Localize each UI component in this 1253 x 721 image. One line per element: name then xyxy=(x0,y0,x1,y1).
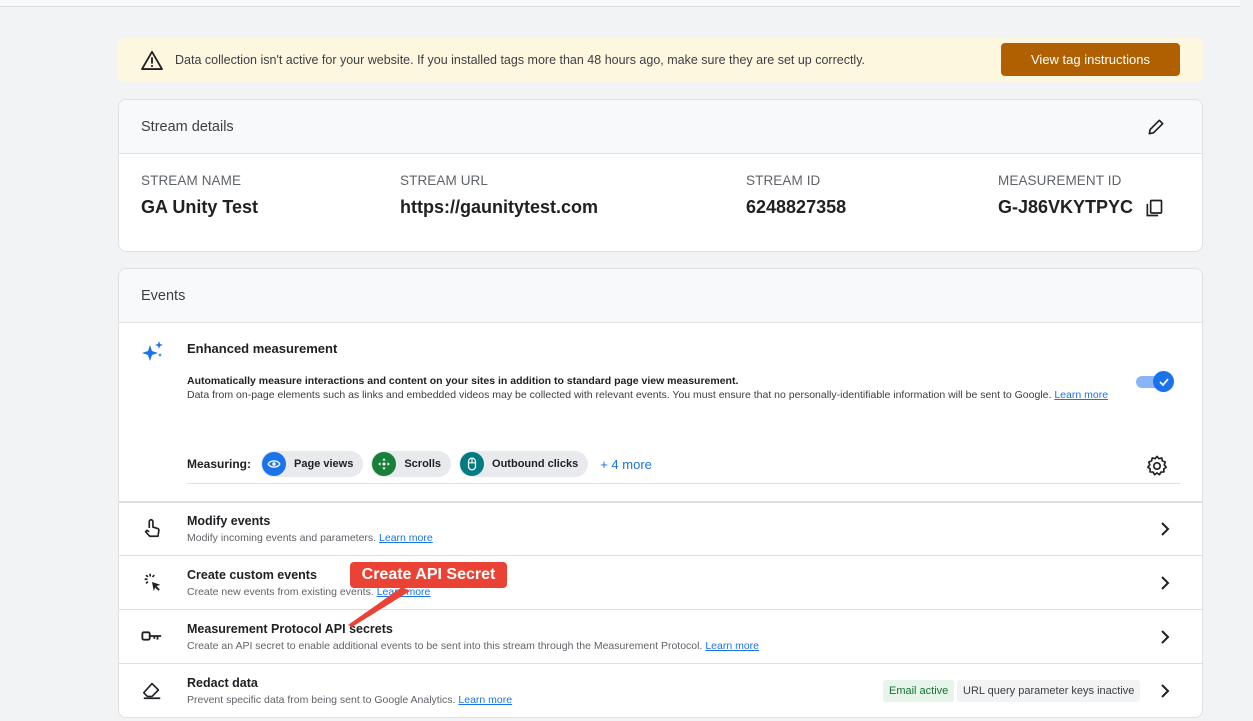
enhanced-description-line2: Data from on-page elements such as links… xyxy=(187,388,1137,402)
mouse-icon xyxy=(460,452,485,476)
email-active-badge: Email active xyxy=(883,680,955,702)
events-title: Events xyxy=(141,287,186,304)
stream-details-header: Stream details xyxy=(119,100,1202,154)
redact-data-desc-text: Prevent specific data from being sent to… xyxy=(187,694,456,706)
chip-scrolls-label: Scrolls xyxy=(404,458,442,470)
redact-data-desc: Prevent specific data from being sent to… xyxy=(187,694,512,706)
stream-url-label: STREAM URL xyxy=(400,173,489,188)
key-icon xyxy=(141,631,162,641)
enhanced-measurement-toggle[interactable] xyxy=(1136,371,1174,392)
redact-data-row[interactable]: Redact data Prevent specific data from b… xyxy=(119,663,1202,717)
stream-details-title: Stream details xyxy=(141,118,234,135)
measurement-protocol-desc: Create an API secret to enable additiona… xyxy=(187,640,759,652)
stream-url-field: STREAM URL https://gaunitytest.com xyxy=(400,173,598,218)
modify-events-title: Modify events xyxy=(187,514,271,528)
create-api-secret-callout: Create API Secret xyxy=(350,562,507,588)
enhanced-description-text: Data from on-page elements such as links… xyxy=(187,389,1052,401)
stream-name-field: STREAM NAME GA Unity Test xyxy=(141,173,258,218)
chip-outbound-clicks-label: Outbound clicks xyxy=(492,458,579,470)
callout-arrow xyxy=(348,587,410,627)
stream-name-label: STREAM NAME xyxy=(141,173,242,188)
chip-page-views: Page views xyxy=(261,451,364,477)
create-custom-events-row[interactable]: Create custom events Create new events f… xyxy=(119,555,1202,609)
events-card: Events Enhanced measurement Automaticall… xyxy=(118,268,1203,718)
redact-data-learn-more[interactable]: Learn more xyxy=(458,694,512,706)
toggle-knob xyxy=(1153,371,1174,392)
enhanced-measurement-title: Enhanced measurement xyxy=(187,341,338,356)
chevron-right-icon xyxy=(1161,576,1170,590)
measurement-protocol-learn-more[interactable]: Learn more xyxy=(705,640,759,652)
stream-id-label: STREAM ID xyxy=(746,173,821,188)
chevron-right-icon xyxy=(1161,684,1170,698)
stream-name-value: GA Unity Test xyxy=(141,197,259,217)
enhanced-learn-more-link[interactable]: Learn more xyxy=(1054,389,1108,401)
gear-icon[interactable] xyxy=(1146,455,1168,477)
alert-message: Data collection isn't active for your we… xyxy=(175,53,865,67)
view-tag-instructions-button[interactable]: View tag instructions xyxy=(1001,43,1180,76)
measurement-id-label: MEASUREMENT ID xyxy=(998,173,1122,188)
warning-icon xyxy=(141,50,163,70)
measurement-protocol-desc-text: Create an API secret to enable additiona… xyxy=(187,640,703,652)
modify-events-learn-more[interactable]: Learn more xyxy=(379,532,433,544)
eraser-icon xyxy=(142,682,161,700)
measuring-label: Measuring: xyxy=(187,457,252,471)
chip-page-views-label: Page views xyxy=(294,458,354,470)
measurement-id-field: MEASUREMENT ID G-J86VKYTPYC xyxy=(998,173,1164,218)
measurement-id-row: G-J86VKYTPYC xyxy=(998,197,1164,218)
events-header: Events xyxy=(119,269,1202,323)
create-custom-events-title: Create custom events xyxy=(187,568,317,582)
chip-outbound-clicks: Outbound clicks xyxy=(459,451,589,477)
edit-icon[interactable] xyxy=(1146,117,1166,137)
top-bar xyxy=(0,0,1240,7)
redact-data-title: Redact data xyxy=(187,676,258,690)
modify-events-row[interactable]: Modify events Modify incoming events and… xyxy=(119,501,1202,555)
touch-icon xyxy=(144,518,160,538)
stream-details-card: Stream details STREAM NAME GA Unity Test… xyxy=(118,99,1203,252)
chip-scrolls: Scrolls xyxy=(371,451,452,477)
more-measurements-link[interactable]: + 4 more xyxy=(600,457,652,472)
copy-icon[interactable] xyxy=(1144,198,1164,218)
scroll-icon xyxy=(372,452,397,476)
measurement-protocol-row[interactable]: Measurement Protocol API secrets Create … xyxy=(119,609,1202,663)
cursor-click-icon xyxy=(144,573,161,592)
measurement-id-value: G-J86VKYTPYC xyxy=(998,197,1134,217)
enhanced-measurement-description: Automatically measure interactions and c… xyxy=(187,374,1137,402)
check-icon xyxy=(1158,377,1169,386)
divider xyxy=(187,483,1180,484)
measuring-row: Measuring: Page views Scrolls Outbound c… xyxy=(187,451,652,477)
stream-id-field: STREAM ID 6248827358 xyxy=(746,173,846,218)
sparkle-icon xyxy=(142,341,163,361)
data-collection-alert: Data collection isn't active for your we… xyxy=(118,38,1203,82)
chevron-right-icon xyxy=(1161,630,1170,644)
stream-url-value: https://gaunitytest.com xyxy=(400,197,599,217)
enhanced-description-line1: Automatically measure interactions and c… xyxy=(187,375,739,387)
eye-icon xyxy=(262,452,287,476)
stream-id-value: 6248827358 xyxy=(746,197,847,217)
chevron-right-icon xyxy=(1161,522,1170,536)
modify-events-desc: Modify incoming events and parameters. L… xyxy=(187,532,433,544)
url-query-inactive-badge: URL query parameter keys inactive xyxy=(957,680,1141,702)
modify-events-desc-text: Modify incoming events and parameters. xyxy=(187,532,377,544)
